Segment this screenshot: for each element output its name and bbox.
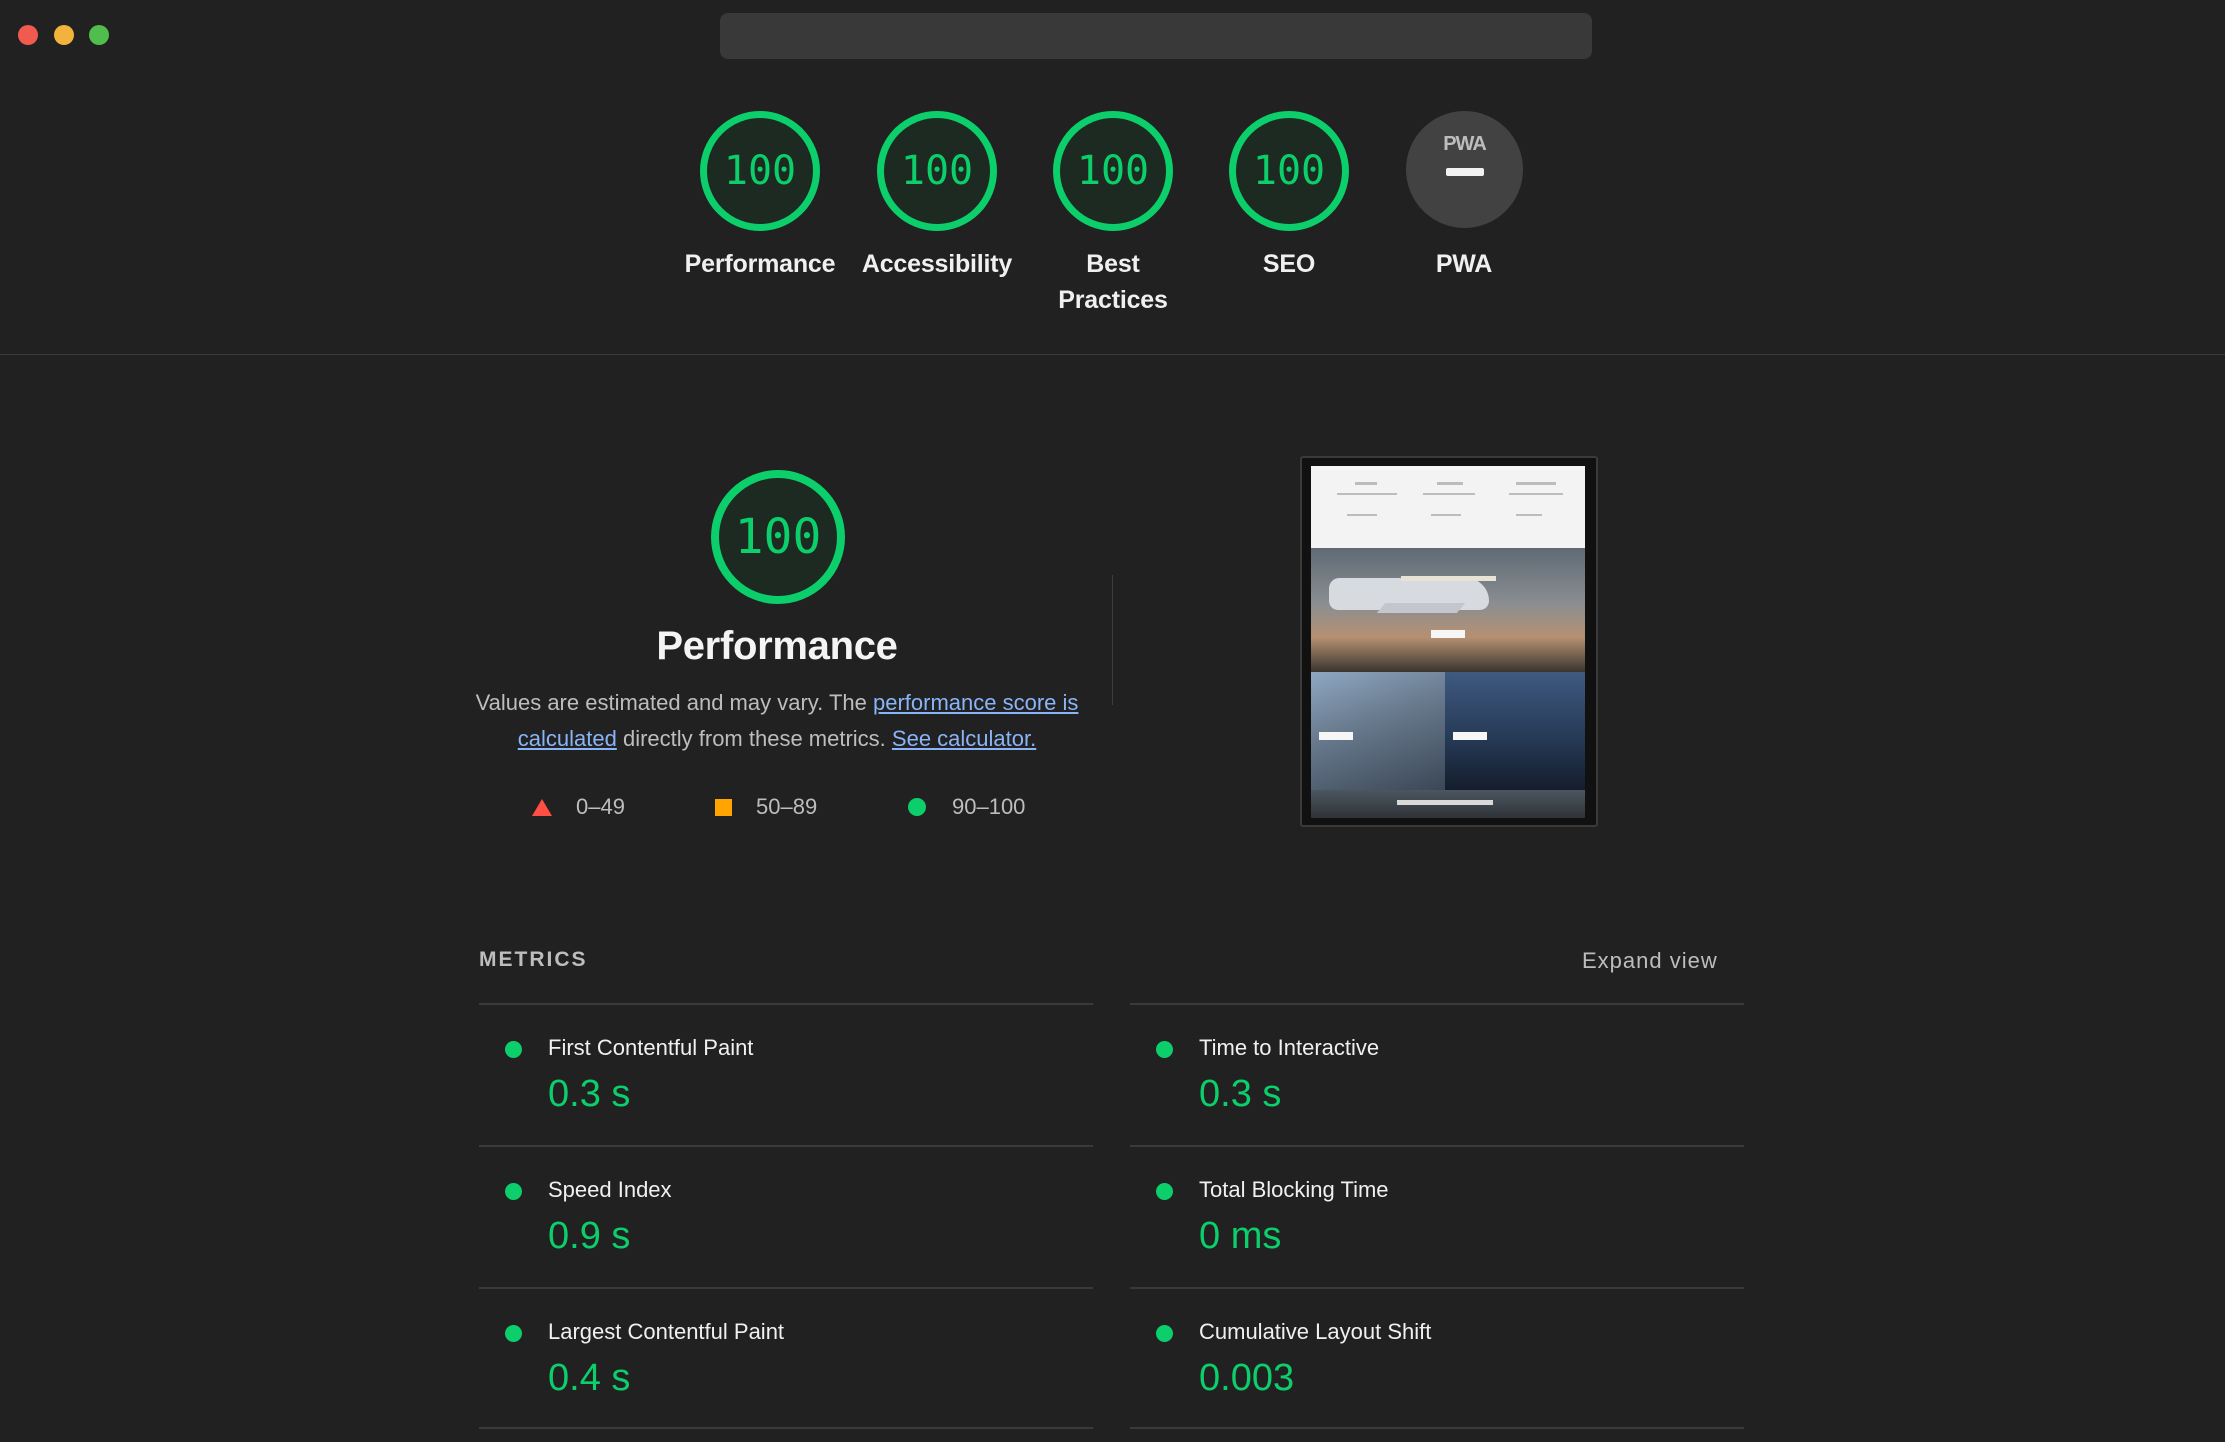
thumbnail-tile-left <box>1311 672 1445 790</box>
best-practices-category-label[interactable]: Best Practices <box>1023 246 1203 318</box>
thumbnail-nav-area <box>1311 466 1585 548</box>
pass-circle-icon <box>1156 1041 1173 1058</box>
average-square-icon <box>715 798 732 816</box>
performance-title: Performance <box>656 624 898 668</box>
seo-category-label[interactable]: SEO <box>1199 246 1379 282</box>
performance-category-label[interactable]: Performance <box>670 246 850 282</box>
performance-category-gauge[interactable]: 100 <box>700 111 820 231</box>
description-text-middle: directly from these metrics. <box>616 726 892 751</box>
description-text-start: Values are estimated and may vary. The <box>475 690 873 715</box>
legend-pass: 90–100 <box>908 792 1025 822</box>
metric-cumulative-layout-shift: Cumulative Layout Shift 0.003 <box>1130 1289 1730 1429</box>
metric-title: Speed Index <box>548 1177 672 1202</box>
metric-speed-index: Speed Index 0.9 s <box>479 1147 1079 1287</box>
metric-title: First Contentful Paint <box>548 1035 754 1060</box>
pass-circle-icon <box>1156 1183 1173 1200</box>
best-practices-score: 100 <box>1053 111 1173 231</box>
thumbnail-hero-image <box>1311 548 1585 672</box>
metric-title: Total Blocking Time <box>1199 1177 1389 1202</box>
pass-circle-icon <box>1156 1325 1173 1342</box>
best-practices-label-line1: Best <box>1086 250 1140 278</box>
legend-fail-range: 0–49 <box>576 794 625 819</box>
pass-circle-icon <box>505 1183 522 1200</box>
metric-value: 0.3 s <box>1199 1073 1282 1115</box>
section-separator <box>1112 575 1113 705</box>
fail-triangle-icon <box>532 798 552 816</box>
metrics-heading: METRICS <box>479 948 588 971</box>
pass-circle-icon <box>505 1325 522 1342</box>
pwa-badge-icon: PWA <box>1443 133 1487 155</box>
metric-value: 0.4 s <box>548 1357 631 1399</box>
performance-description: Values are estimated and may vary. The p… <box>470 685 1084 757</box>
metrics-divider <box>479 1427 1093 1429</box>
pwa-category-label[interactable]: PWA <box>1374 246 1554 282</box>
metric-title: Time to Interactive <box>1199 1035 1380 1060</box>
see-calculator-link[interactable]: See calculator. <box>892 726 1036 751</box>
performance-score: 100 <box>700 111 820 231</box>
metric-title: Largest Contentful Paint <box>548 1319 785 1344</box>
legend-average: 50–89 <box>715 792 817 822</box>
metric-largest-contentful-paint: Largest Contentful Paint 0.4 s <box>479 1289 1079 1429</box>
legend-pass-range: 90–100 <box>952 794 1026 819</box>
close-window-button[interactable] <box>18 25 38 45</box>
address-bar[interactable] <box>720 13 1592 59</box>
metric-title: Cumulative Layout Shift <box>1199 1319 1432 1344</box>
metric-time-to-interactive: Time to Interactive 0.3 s <box>1130 1005 1730 1145</box>
accessibility-category-gauge[interactable]: 100 <box>877 111 997 231</box>
not-scored-dash-icon <box>1445 168 1484 176</box>
legend-fail: 0–49 <box>532 792 625 822</box>
header-divider <box>0 354 2225 355</box>
metric-total-blocking-time: Total Blocking Time 0 ms <box>1130 1147 1730 1287</box>
best-practices-category-gauge[interactable]: 100 <box>1053 111 1173 231</box>
window-titlebar <box>0 0 2225 72</box>
pass-circle-icon <box>908 798 926 816</box>
pwa-category-gauge[interactable]: PWA <box>1406 111 1523 228</box>
seo-score: 100 <box>1229 111 1349 231</box>
minimize-window-button[interactable] <box>54 25 74 45</box>
legend-average-range: 50–89 <box>756 794 818 819</box>
seo-category-gauge[interactable]: 100 <box>1229 111 1349 231</box>
metric-value: 0 ms <box>1199 1215 1282 1257</box>
metrics-divider <box>1130 1427 1744 1429</box>
accessibility-score: 100 <box>877 111 997 231</box>
pass-circle-icon <box>505 1041 522 1058</box>
metric-first-contentful-paint: First Contentful Paint 0.3 s <box>479 1005 1079 1145</box>
thumbnail-tile-right <box>1445 672 1585 790</box>
accessibility-category-label[interactable]: Accessibility <box>847 246 1027 282</box>
best-practices-label-line2: Practices <box>1058 286 1168 314</box>
zoom-window-button[interactable] <box>89 25 109 45</box>
metric-value: 0.9 s <box>548 1215 631 1257</box>
metric-value: 0.003 <box>1199 1357 1295 1399</box>
performance-main-score: 100 <box>711 470 845 604</box>
metric-value: 0.3 s <box>548 1073 631 1115</box>
final-screenshot-thumbnail[interactable] <box>1300 456 1598 827</box>
expand-view-toggle[interactable]: Expand view <box>1582 948 1718 974</box>
